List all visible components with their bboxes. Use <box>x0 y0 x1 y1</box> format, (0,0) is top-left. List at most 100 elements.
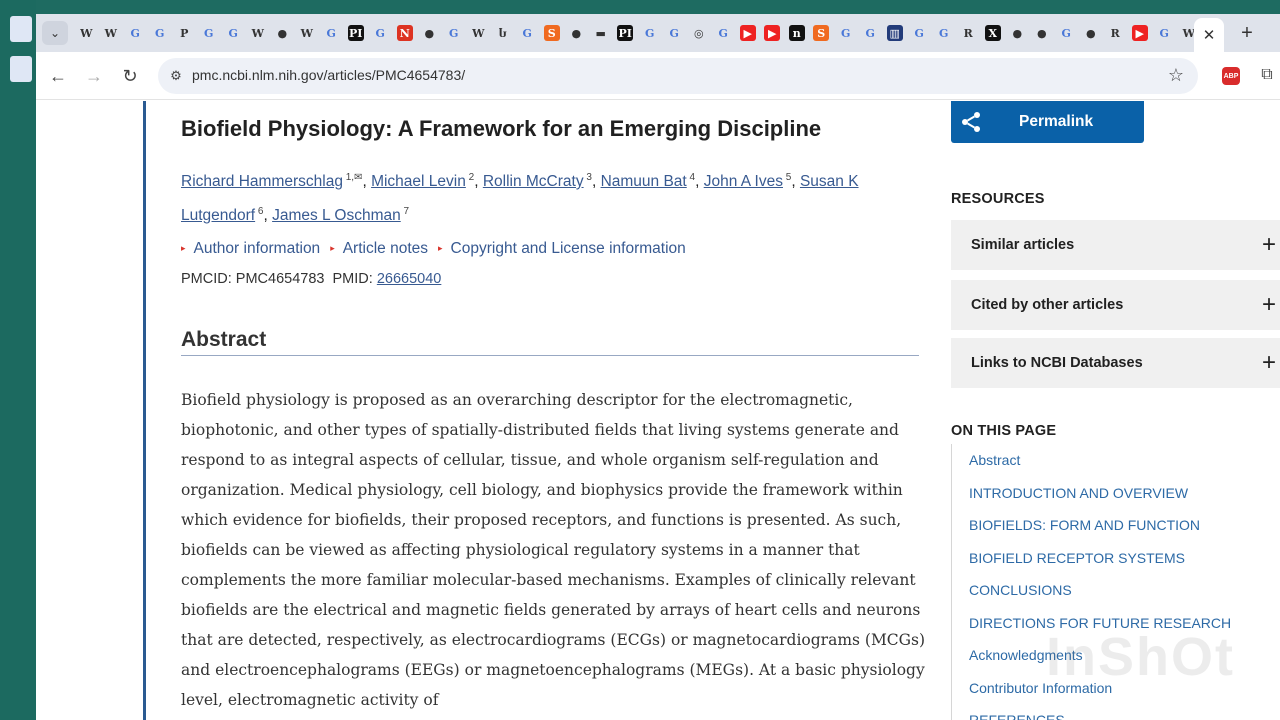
author-link[interactable]: Rollin McCraty <box>483 173 584 190</box>
permalink-button[interactable]: Permalink <box>951 101 1144 143</box>
tab-favicon-28[interactable]: ▶ <box>760 14 785 52</box>
meta-toggle-link[interactable]: ▸ Copyright and License information <box>438 240 686 258</box>
tab-favicon-7[interactable]: W <box>246 14 271 52</box>
author-link[interactable]: John A Ives <box>704 173 783 190</box>
tab-favicon-32[interactable]: G <box>858 14 883 52</box>
tab-favicon-0[interactable]: W <box>74 14 99 52</box>
tab-search-button[interactable]: ⌄ <box>42 21 68 45</box>
accordion-ncbi-databases[interactable]: Links to NCBI Databases + <box>951 338 1280 388</box>
author-affiliation-marker: 5 <box>782 172 792 183</box>
tab-favicon-13[interactable]: N <box>393 14 418 52</box>
author-affiliation-marker: 1,✉ <box>342 172 363 183</box>
tab-favicons: W W G G P G G W ● W G PI G N ● G W Ⴑ G S ● ▬ PI G G ◎ G ▶ ▶ n S G G ▥ G G R X… <box>74 14 1201 52</box>
author-affiliation-marker: 7 <box>400 206 410 218</box>
tab-favicon-40[interactable]: G <box>1054 14 1079 52</box>
tab-favicon-5[interactable]: G <box>197 14 222 52</box>
tab-favicon-41[interactable]: ● <box>1079 14 1104 52</box>
inshot-watermark: InShOt <box>1046 627 1235 687</box>
bookmark-star-icon[interactable]: ☆ <box>1168 65 1184 86</box>
tab-favicon-1[interactable]: W <box>99 14 124 52</box>
adblock-extension-icon[interactable]: ABP <box>1222 67 1240 85</box>
tab-favicon-26[interactable]: G <box>711 14 736 52</box>
tab-favicon-35[interactable]: G <box>932 14 957 52</box>
author-affiliation-marker: 3 <box>583 172 592 183</box>
tab-favicon-38[interactable]: ● <box>1005 14 1030 52</box>
tab-favicon-25[interactable]: ◎ <box>687 14 712 52</box>
tab-favicon-10[interactable]: G <box>319 14 344 52</box>
back-icon[interactable]: ← <box>46 64 70 88</box>
pmid-label: PMID: <box>332 271 373 287</box>
tab-favicon-12[interactable]: G <box>368 14 393 52</box>
tab-favicon-15[interactable]: G <box>442 14 467 52</box>
tab-favicon-44[interactable]: G <box>1152 14 1177 52</box>
tab-favicon-16[interactable]: W <box>466 14 491 52</box>
forward-icon[interactable]: → <box>82 64 106 88</box>
author-affiliation-marker: 4 <box>686 172 696 183</box>
accordion-label: Cited by other articles <box>971 297 1124 313</box>
tab-favicon-14[interactable]: ● <box>417 14 442 52</box>
tab-favicon-33[interactable]: ▥ <box>883 14 908 52</box>
new-tab-button[interactable]: + <box>1234 21 1260 45</box>
tab-favicon-8[interactable]: ● <box>270 14 295 52</box>
tab-favicon-17[interactable]: Ⴑ <box>491 14 516 52</box>
toc-link[interactable]: Abstract <box>952 444 1280 477</box>
tab-favicon-9[interactable]: W <box>295 14 320 52</box>
plus-icon: + <box>1261 349 1276 376</box>
toc-link[interactable]: BIOFIELD RECEPTOR SYSTEMS <box>952 542 1280 575</box>
tab-favicon-23[interactable]: G <box>638 14 663 52</box>
tab-favicon-36[interactable]: R <box>956 14 981 52</box>
accordion-label: Similar articles <box>971 237 1075 253</box>
toc-link[interactable]: INTRODUCTION AND OVERVIEW <box>952 477 1280 510</box>
tab-favicon-21[interactable]: ▬ <box>589 14 614 52</box>
author-list: Richard Hammerschlag 1,✉, Michael Levin … <box>181 172 859 225</box>
active-tab[interactable]: ✕ <box>1194 18 1224 52</box>
toc-link[interactable]: BIOFIELDS: FORM AND FUNCTION <box>952 509 1280 542</box>
author-link[interactable]: Richard Hammerschlag <box>181 173 343 190</box>
tab-favicon-4[interactable]: P <box>172 14 197 52</box>
site-info-icon[interactable]: ⚙ <box>168 68 184 84</box>
meta-toggle-link[interactable]: ▸ Article notes <box>330 240 428 258</box>
desktop-strip <box>0 0 36 720</box>
on-this-page-heading: ON THIS PAGE <box>951 423 1057 439</box>
desktop-app-icon[interactable] <box>10 16 32 42</box>
tab-favicon-20[interactable]: ● <box>564 14 589 52</box>
tab-favicon-24[interactable]: G <box>662 14 687 52</box>
meta-toggle-link[interactable]: ▸ Author information <box>181 240 320 258</box>
tab-favicon-11[interactable]: PI <box>344 14 369 52</box>
reload-icon[interactable]: ↻ <box>118 64 142 88</box>
desktop-app-icon[interactable] <box>10 56 32 82</box>
tab-favicon-19[interactable]: S <box>540 14 565 52</box>
tab-favicon-2[interactable]: G <box>123 14 148 52</box>
accordion-similar-articles[interactable]: Similar articles + <box>951 220 1280 270</box>
resources-heading: RESOURCES <box>951 191 1045 207</box>
article-left-rule <box>143 101 146 720</box>
accordion-cited-by[interactable]: Cited by other articles + <box>951 280 1280 330</box>
article-title: Biofield Physiology: A Framework for an … <box>181 116 822 141</box>
close-tab-icon[interactable]: ✕ <box>1203 26 1216 44</box>
tab-favicon-34[interactable]: G <box>907 14 932 52</box>
url-text[interactable]: pmc.ncbi.nlm.nih.gov/articles/PMC4654783… <box>192 67 465 83</box>
plus-icon: + <box>1261 291 1276 318</box>
toc-link[interactable]: REFERENCES <box>952 704 1280 720</box>
tab-favicon-3[interactable]: G <box>148 14 173 52</box>
pmid-link[interactable]: 26665040 <box>377 271 442 287</box>
accordion-label: Links to NCBI Databases <box>971 355 1143 371</box>
author-link[interactable]: Namuun Bat <box>601 173 687 190</box>
address-bar[interactable]: ⚙ pmc.ncbi.nlm.nih.gov/articles/PMC46547… <box>158 58 1198 94</box>
tab-favicon-27[interactable]: ▶ <box>736 14 761 52</box>
toc-link[interactable]: CONCLUSIONS <box>952 574 1280 607</box>
tab-favicon-18[interactable]: G <box>515 14 540 52</box>
tab-favicon-31[interactable]: G <box>834 14 859 52</box>
article-ids: PMCID: PMC4654783 PMID: 26665040 <box>181 271 441 287</box>
extensions-puzzle-icon[interactable]: ⧉ <box>1256 64 1278 86</box>
tab-favicon-39[interactable]: ● <box>1030 14 1055 52</box>
author-link[interactable]: Michael Levin <box>371 173 466 190</box>
tab-favicon-6[interactable]: G <box>221 14 246 52</box>
author-link[interactable]: James L Oschman <box>272 207 401 224</box>
tab-favicon-22[interactable]: PI <box>613 14 638 52</box>
tab-favicon-29[interactable]: n <box>785 14 810 52</box>
tab-favicon-43[interactable]: ▶ <box>1128 14 1153 52</box>
tab-favicon-37[interactable]: X <box>981 14 1006 52</box>
tab-favicon-42[interactable]: R <box>1103 14 1128 52</box>
tab-favicon-30[interactable]: S <box>809 14 834 52</box>
